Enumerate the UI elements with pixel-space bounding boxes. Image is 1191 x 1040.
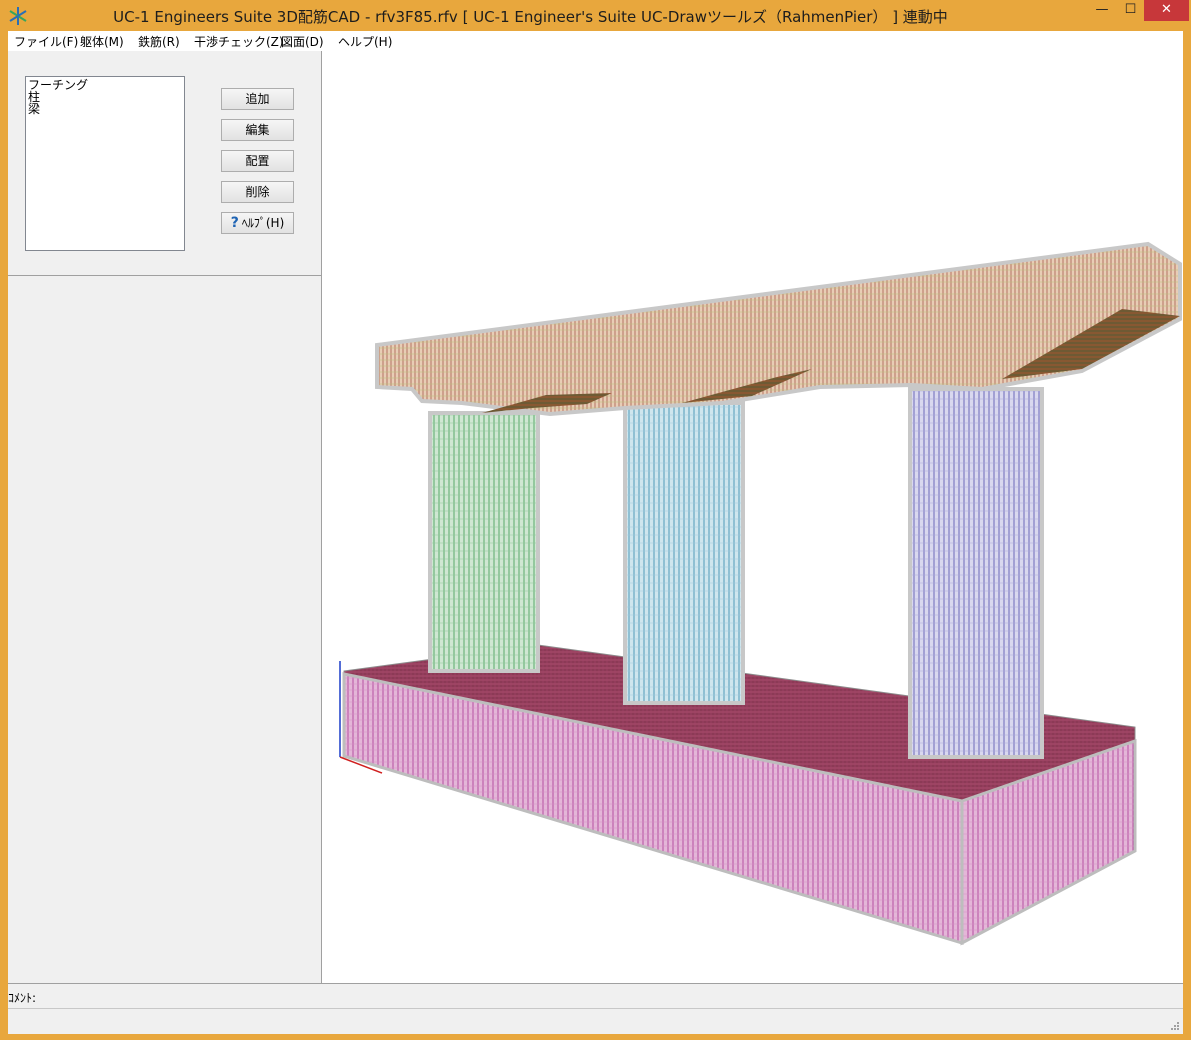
column-left-model [428,411,540,673]
column-middle-model [623,401,745,705]
title-bar[interactable]: UC-1 Engineers Suite 3D配筋CAD - rfv3F85.r… [0,0,1191,31]
edit-button[interactable]: 編集 [221,119,294,141]
client-area: フーチング 柱 梁 追加 編集 配置 削除 ? ﾍﾙﾌﾟ(H) ｺﾒﾝﾄ: [8,51,1183,1034]
menu-help[interactable]: ヘルプ(H) [338,33,392,50]
menu-drawing[interactable]: 図面(D) [281,33,324,50]
close-button[interactable]: ✕ [1144,0,1189,21]
list-item-footing[interactable]: フーチング [28,79,182,91]
member-controls: フーチング 柱 梁 追加 編集 配置 削除 ? ﾍﾙﾌﾟ(H) [8,51,321,276]
menu-structure[interactable]: 躯体(M) [80,33,124,50]
rebar-model-view [339,241,1182,946]
status-bar [8,1008,1183,1034]
help-button[interactable]: ? ﾍﾙﾌﾟ(H) [221,212,294,234]
window-title: UC-1 Engineers Suite 3D配筋CAD - rfv3F85.r… [113,8,948,26]
beam-model [375,241,1182,417]
app-window: UC-1 Engineers Suite 3D配筋CAD - rfv3F85.r… [0,0,1191,1040]
comment-label: ｺﾒﾝﾄ: [8,991,37,1005]
help-button-label: ﾍﾙﾌﾟ(H) [241,216,285,230]
comment-bar: ｺﾒﾝﾄ: [8,983,1183,1008]
app-logo-icon [9,7,27,25]
menu-interference-check[interactable]: 干渉チェック(Z) [194,33,284,50]
add-button[interactable]: 追加 [221,88,294,110]
resize-grip-icon[interactable] [1170,1021,1180,1031]
place-button[interactable]: 配置 [221,150,294,172]
list-item-column[interactable]: 柱 [28,91,182,103]
delete-button[interactable]: 削除 [221,181,294,203]
member-panel: フーチング 柱 梁 追加 編集 配置 削除 ? ﾍﾙﾌﾟ(H) [8,51,322,983]
menu-bar: ファイル(F) 躯体(M) 鉄筋(R) 干渉チェック(Z) 図面(D) ヘルプ(… [8,31,1183,51]
minimize-button[interactable]: — [1087,0,1117,21]
menu-rebar[interactable]: 鉄筋(R) [138,33,180,50]
menu-file[interactable]: ファイル(F) [14,33,78,50]
question-icon: ? [230,215,239,231]
list-item-beam[interactable]: 梁 [28,103,182,115]
maximize-button[interactable]: ☐ [1117,0,1144,21]
3d-viewport[interactable] [322,51,1183,983]
member-list[interactable]: フーチング 柱 梁 [25,76,185,251]
column-right-model [908,387,1044,759]
